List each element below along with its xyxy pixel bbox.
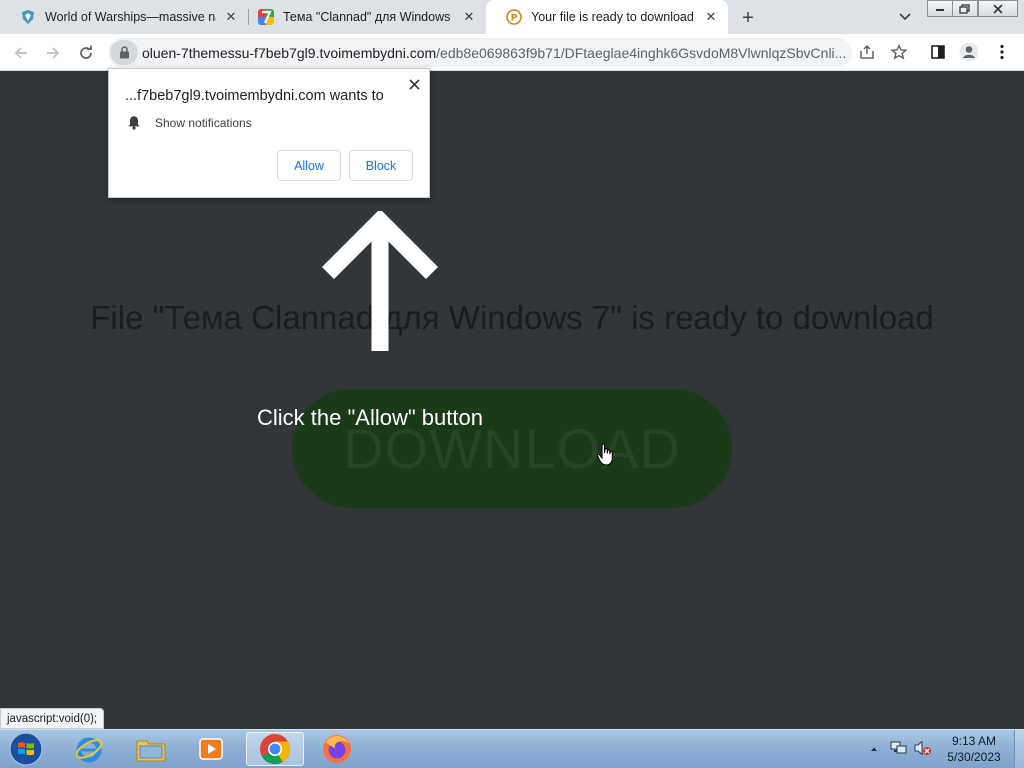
url-text[interactable]: oluen-7themessu-f7beb7gl9.tvoimembydni.c… bbox=[142, 45, 852, 61]
arrow-left-icon bbox=[14, 47, 27, 59]
status-bubble: javascript:void(0); bbox=[0, 708, 105, 729]
windows-taskbar: 9:13 AM 5/30/2023 bbox=[0, 729, 1024, 768]
close-window-button[interactable] bbox=[978, 0, 1018, 17]
tab-strip: World of Warships—massive naval ✕ Тема "… bbox=[0, 0, 1024, 34]
share-icon bbox=[860, 44, 874, 59]
allow-hint-text: Click the "Allow" button bbox=[257, 405, 483, 430]
kebab-menu-icon bbox=[1000, 44, 1004, 60]
arrow-up-icon bbox=[321, 211, 439, 351]
notification-permission-popup: ...f7beb7gl9.tvoimembydni.com wants to S… bbox=[108, 68, 430, 198]
restore-icon bbox=[959, 3, 970, 14]
url-host: oluen-7themessu-f7beb7gl9.tvoimembydni.c… bbox=[142, 44, 437, 61]
show-desktop-button[interactable] bbox=[1014, 730, 1024, 768]
tab-world-of-warships[interactable]: World of Warships—massive naval ✕ bbox=[0, 0, 248, 34]
bookmark-button[interactable] bbox=[888, 41, 910, 63]
minimize-button[interactable] bbox=[927, 0, 953, 17]
windows-start-icon bbox=[9, 732, 43, 766]
chrome-icon bbox=[260, 734, 291, 765]
reload-button[interactable] bbox=[73, 40, 99, 66]
side-panel-icon bbox=[931, 45, 945, 59]
tab-title: World of Warships—massive naval bbox=[45, 10, 216, 24]
network-status-icon[interactable] bbox=[890, 740, 908, 759]
warships-favicon-icon bbox=[22, 10, 34, 24]
forward-button[interactable] bbox=[40, 40, 66, 66]
site-favicon-icon: P bbox=[506, 9, 522, 25]
menu-button[interactable] bbox=[991, 41, 1013, 63]
side-panel-button[interactable] bbox=[927, 41, 949, 63]
speaker-muted-icon bbox=[914, 740, 931, 756]
taskbar-clock[interactable]: 9:13 AM 5/30/2023 bbox=[938, 733, 1010, 765]
start-button[interactable] bbox=[4, 731, 48, 767]
folder-icon bbox=[136, 740, 166, 762]
tab-title: Your file is ready to download bbox=[531, 10, 694, 24]
chevron-up-icon bbox=[871, 747, 877, 751]
volume-muted-icon[interactable] bbox=[914, 740, 932, 759]
taskbar-file-explorer[interactable] bbox=[122, 732, 180, 766]
internet-explorer-icon bbox=[75, 737, 103, 763]
seven-themes-favicon-icon bbox=[258, 9, 274, 25]
share-button[interactable] bbox=[856, 41, 878, 63]
taskbar-internet-explorer[interactable] bbox=[60, 732, 118, 766]
tab-close-icon[interactable]: ✕ bbox=[460, 8, 478, 26]
tab-search-button[interactable] bbox=[896, 8, 914, 26]
taskbar-chrome[interactable] bbox=[246, 732, 304, 766]
tab-download-ready[interactable]: P Your file is ready to download ✕ bbox=[486, 0, 728, 34]
taskbar-firefox[interactable] bbox=[308, 732, 366, 766]
permission-label: Show notifications bbox=[155, 115, 252, 130]
back-button[interactable] bbox=[8, 40, 34, 66]
restore-button[interactable] bbox=[952, 0, 978, 17]
tab-title: Тема "Clannad" для Windows 7 bbox=[283, 10, 454, 24]
allow-button[interactable]: Allow bbox=[277, 150, 341, 181]
reload-icon bbox=[80, 45, 92, 59]
chevron-down-icon bbox=[899, 13, 911, 21]
new-tab-button[interactable]: + bbox=[736, 6, 760, 30]
tray-expand-icon[interactable] bbox=[870, 744, 878, 755]
address-bar[interactable]: oluen-7themessu-f7beb7gl9.tvoimembydni.c… bbox=[108, 38, 852, 67]
hand-cursor-icon bbox=[596, 443, 613, 466]
media-player-icon bbox=[199, 738, 223, 760]
tab-clannad-theme[interactable]: Тема "Clannad" для Windows 7 ✕ bbox=[238, 0, 486, 34]
clock-date: 5/30/2023 bbox=[947, 750, 1001, 764]
browser-toolbar: oluen-7themessu-f7beb7gl9.tvoimembydni.c… bbox=[0, 34, 1024, 71]
profile-button[interactable] bbox=[958, 41, 980, 63]
star-icon bbox=[891, 44, 907, 60]
clock-time: 9:13 AM bbox=[951, 734, 997, 748]
svg-text:P: P bbox=[511, 14, 518, 24]
minimize-icon bbox=[936, 8, 944, 11]
avatar-icon bbox=[959, 42, 979, 62]
firefox-icon bbox=[323, 735, 351, 763]
site-info-button[interactable] bbox=[110, 40, 138, 65]
tab-close-icon[interactable]: ✕ bbox=[702, 8, 720, 26]
network-icon bbox=[890, 741, 907, 754]
lock-icon bbox=[119, 46, 129, 59]
popup-title: ...f7beb7gl9.tvoimembydni.com wants to bbox=[125, 88, 384, 104]
block-button[interactable]: Block bbox=[349, 150, 413, 181]
taskbar-media-player[interactable] bbox=[182, 732, 240, 766]
page-headline: File "Тема Clannad для Windows 7" is rea… bbox=[90, 299, 934, 336]
permission-row: Show notifications bbox=[127, 115, 252, 130]
bell-icon bbox=[128, 116, 140, 130]
url-path: /edb8e069863f9b71/DFtaeglae4inghk6GsvdoM… bbox=[436, 44, 847, 61]
close-icon bbox=[993, 3, 1003, 14]
popup-close-button[interactable] bbox=[405, 75, 423, 93]
close-icon bbox=[408, 78, 420, 90]
arrow-right-icon bbox=[47, 47, 60, 59]
